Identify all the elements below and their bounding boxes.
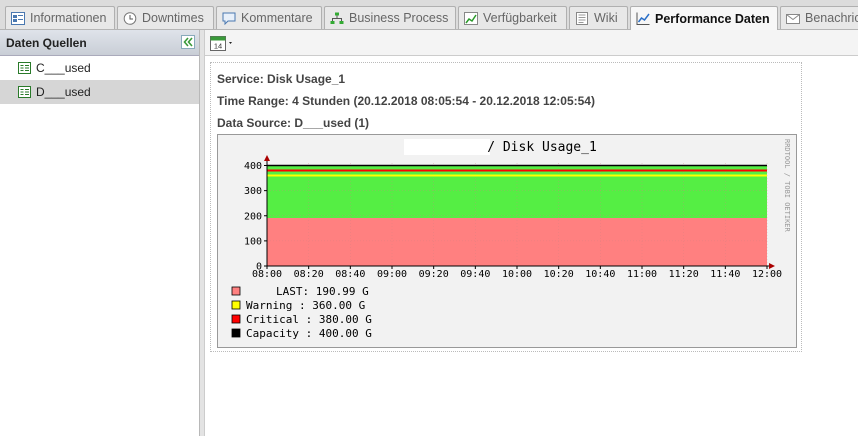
toolbar: 14 xyxy=(205,30,858,56)
tab-label: Wiki xyxy=(594,11,618,25)
x-tick-label: 12:00 xyxy=(752,269,782,280)
sidebar-item-c-used[interactable]: C___used xyxy=(0,56,199,80)
x-tick-label: 09:40 xyxy=(460,269,490,280)
sidebar-item-d-used[interactable]: D___used xyxy=(0,80,199,104)
x-tick-label: 11:40 xyxy=(710,269,740,280)
time-range-button[interactable]: 14 xyxy=(210,35,234,51)
y-tick-label: 400 xyxy=(244,161,262,172)
tab-informationen[interactable]: Informationen xyxy=(5,6,115,29)
tab-label: Verfügbarkeit xyxy=(483,11,557,25)
legend-swatch xyxy=(231,314,241,324)
x-tick-label: 08:40 xyxy=(335,269,365,280)
legend-entry: Critical : 380.00 G xyxy=(246,313,372,326)
free-space-area xyxy=(267,165,767,219)
data-source-icon xyxy=(18,86,31,98)
x-tick-label: 11:20 xyxy=(669,269,699,280)
legend-swatch xyxy=(231,286,241,296)
rrdtool-watermark: RRDTOOL / TOBI OETIKER xyxy=(783,139,791,233)
collapse-panel-button[interactable] xyxy=(181,35,195,49)
data-sources-panel: Daten Quellen C___used D___used xyxy=(0,30,200,436)
x-tick-label: 10:20 xyxy=(544,269,574,280)
x-tick-label: 11:00 xyxy=(627,269,657,280)
tab-label: Informationen xyxy=(30,11,107,25)
clock-icon xyxy=(123,11,137,25)
last-area xyxy=(267,218,767,266)
data-source-label: Data Source: D___used (1) xyxy=(217,116,370,130)
availability-chart-icon xyxy=(464,11,478,25)
y-tick-label: 100 xyxy=(244,236,262,247)
tab-downtimes[interactable]: Downtimes xyxy=(117,6,214,29)
panel-splitter[interactable] xyxy=(200,30,205,436)
envelope-icon xyxy=(786,13,800,24)
sidebar-title: Daten Quellen xyxy=(6,35,87,50)
tab-business-process[interactable]: Business Process xyxy=(324,6,456,29)
performance-panel: Service: Disk Usage_1 Time Range: 4 Stun… xyxy=(210,62,802,352)
tab-benachrichtigungen[interactable]: Benachrichtigungen xyxy=(780,6,858,29)
tab-label: Benachrichtigungen xyxy=(805,11,858,25)
info-table-icon xyxy=(11,11,25,25)
legend-entry: LAST: 190.99 G xyxy=(276,285,369,298)
tab-label: Downtimes xyxy=(142,11,204,25)
calendar-day: 14 xyxy=(214,42,222,51)
x-tick-label: 08:00 xyxy=(252,269,282,280)
tab-bar: Informationen Downtimes Kommentare Busin… xyxy=(0,0,858,30)
x-tick-label: 10:00 xyxy=(502,269,532,280)
x-tick-label: 08:20 xyxy=(294,269,324,280)
tab-wiki[interactable]: Wiki xyxy=(569,6,628,29)
legend-entry: Warning : 360.00 G xyxy=(246,299,365,312)
speech-bubble-icon xyxy=(222,12,236,25)
tab-kommentare[interactable]: Kommentare xyxy=(216,6,322,29)
sidebar-item-label: D___used xyxy=(36,85,91,99)
tab-verfuegbarkeit[interactable]: Verfügbarkeit xyxy=(458,6,567,29)
y-tick-label: 300 xyxy=(244,186,262,197)
process-tree-icon xyxy=(330,12,344,24)
time-range-label: Time Range: 4 Stunden (20.12.2018 08:05:… xyxy=(217,94,595,108)
y-tick-label: 200 xyxy=(244,211,262,222)
wiki-page-icon xyxy=(576,11,588,25)
tab-label: Kommentare xyxy=(241,11,313,25)
x-tick-label: 09:20 xyxy=(419,269,449,280)
legend-swatch xyxy=(231,328,241,338)
x-tick-label: 10:40 xyxy=(585,269,615,280)
disk-usage-chart: / Disk Usage_1 RRDTOOL / TOBI OETIKER0100… xyxy=(231,139,791,340)
y-axis-arrow xyxy=(264,155,270,161)
sidebar-header: Daten Quellen xyxy=(0,30,199,56)
legend-swatch xyxy=(231,300,241,310)
calendar-icon: 14 xyxy=(210,36,232,51)
tab-label: Business Process xyxy=(349,11,449,25)
chart-title: / Disk Usage_1 xyxy=(487,140,597,155)
performance-graph-icon xyxy=(636,12,650,25)
sidebar-item-label: C___used xyxy=(36,61,91,75)
x-tick-label: 09:00 xyxy=(377,269,407,280)
rrd-graph: / Disk Usage_1 RRDTOOL / TOBI OETIKER 0 100… xyxy=(217,134,797,348)
tab-performance-daten[interactable]: Performance Daten xyxy=(630,6,778,30)
legend-entry: Capacity : 400.00 G xyxy=(246,327,372,340)
service-label: Service: Disk Usage_1 xyxy=(217,72,346,86)
tab-label: Performance Daten xyxy=(655,11,770,26)
double-chevron-left-icon xyxy=(183,37,193,47)
title-mask xyxy=(404,139,490,155)
data-source-icon xyxy=(18,62,31,74)
